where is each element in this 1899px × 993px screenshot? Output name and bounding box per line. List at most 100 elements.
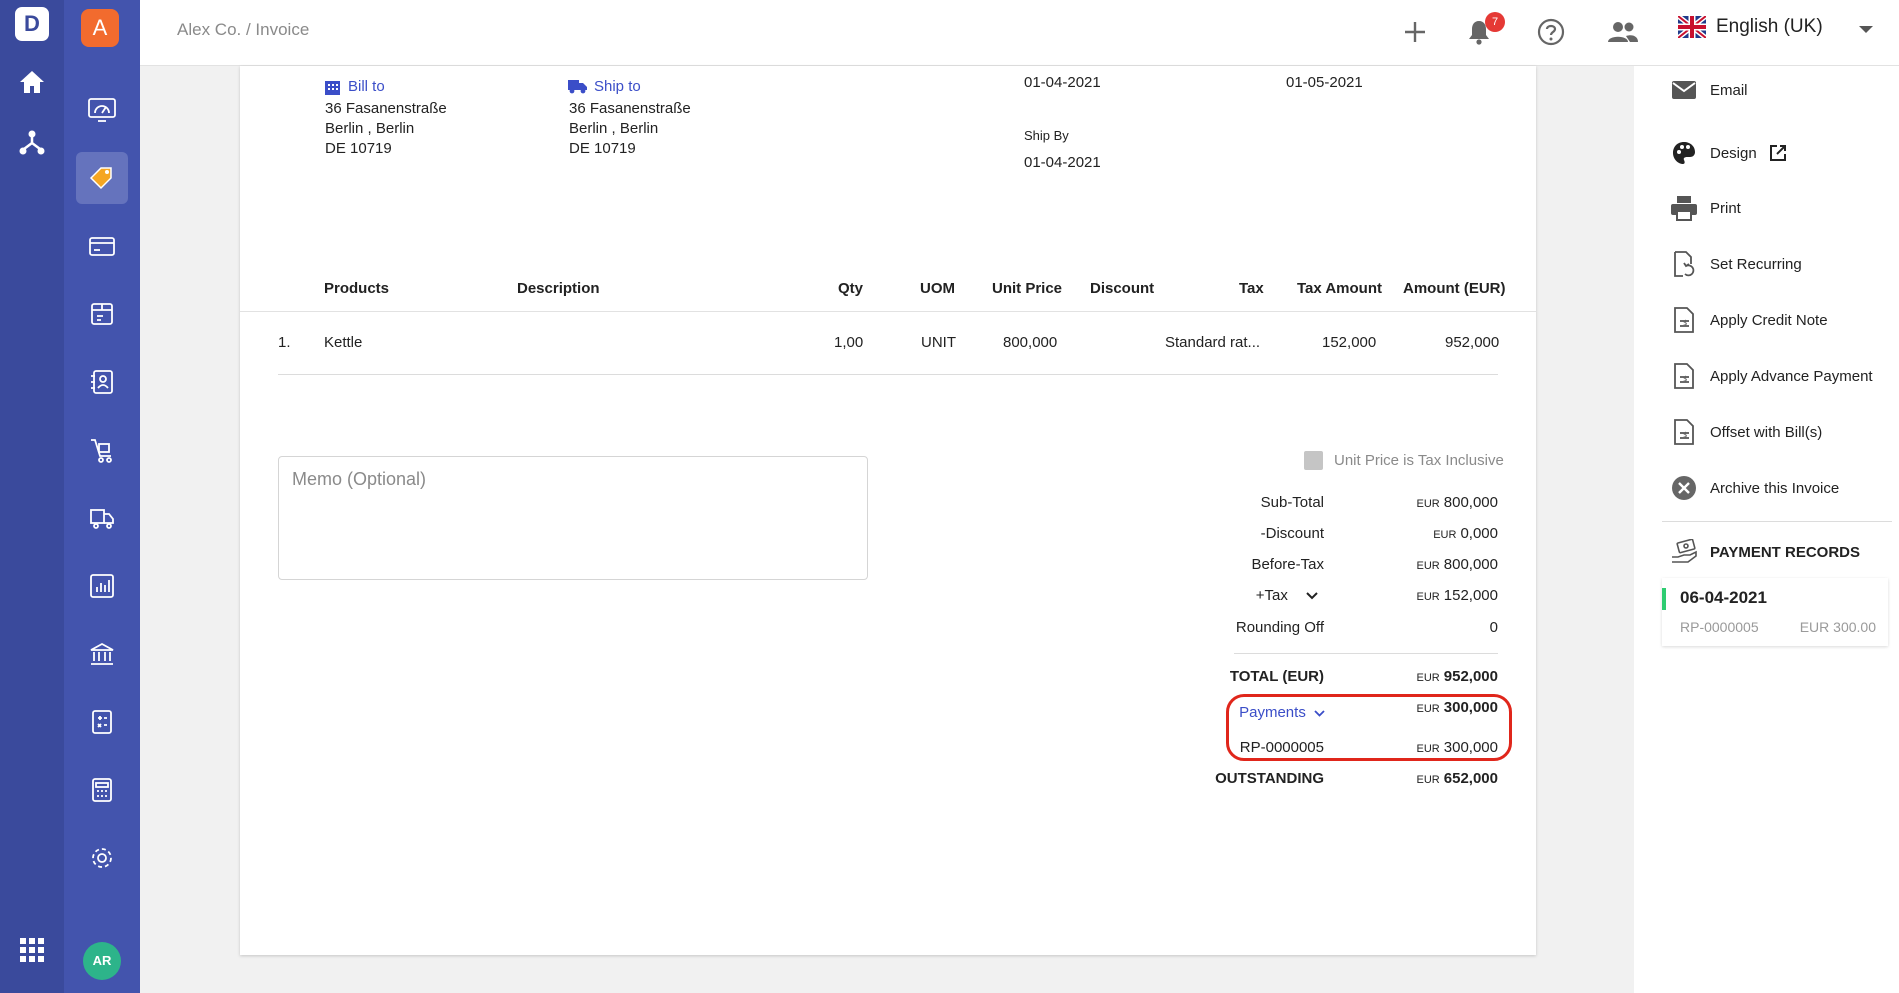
tax-inclusive-label: Unit Price is Tax Inclusive	[1334, 452, 1504, 469]
divider	[1234, 653, 1498, 654]
invoice-card: Bill to 36 Fasanenstraße Berlin , Berlin…	[240, 66, 1536, 955]
module-sidebar: A AR	[64, 0, 140, 993]
tax-inclusive-checkbox[interactable]	[1304, 451, 1323, 470]
calculator-icon[interactable]	[76, 764, 128, 816]
building-icon	[325, 81, 340, 95]
hand-money-icon	[1668, 536, 1700, 568]
apps-grid-icon[interactable]	[16, 934, 48, 966]
row-number: 1.	[278, 334, 291, 351]
memo-field[interactable]: Memo (Optional)	[278, 456, 868, 580]
row-uom[interactable]: UNIT	[921, 334, 956, 351]
dashboard-icon[interactable]	[76, 84, 128, 136]
bill-to-label: Bill to	[324, 78, 385, 95]
payment-record-number: RP-0000005	[1680, 619, 1759, 635]
rounding-value[interactable]: 0	[1490, 619, 1498, 636]
offset-bills-icon: $	[1668, 416, 1700, 448]
design-action[interactable]: Design	[1668, 137, 1787, 169]
inventory-icon[interactable]	[76, 288, 128, 340]
outstanding-value: EUR 652,000	[1416, 770, 1498, 787]
apply-credit-note-action[interactable]: $ Apply Credit Note	[1668, 304, 1828, 336]
row-unit-price[interactable]: 800,000	[1003, 334, 1057, 351]
email-icon	[1668, 74, 1700, 106]
payments-icon[interactable]	[76, 220, 128, 272]
accounting-icon[interactable]	[76, 696, 128, 748]
settings-icon[interactable]	[76, 832, 128, 884]
row-qty[interactable]: 1,00	[834, 334, 863, 351]
status-indicator	[1662, 588, 1666, 610]
subtotal-label: Sub-Total	[1260, 494, 1324, 511]
row-tax[interactable]: Standard rat...	[1165, 334, 1260, 351]
invoice-date[interactable]: 01-04-2021	[1024, 74, 1101, 91]
payments-highlight	[1226, 694, 1512, 761]
discount-value: EUR 0,000	[1433, 525, 1498, 542]
contacts-icon[interactable]	[76, 356, 128, 408]
help-icon[interactable]	[1533, 14, 1569, 50]
tax-value: EUR 152,000	[1416, 587, 1498, 604]
language-selector[interactable]: English (UK)	[1678, 16, 1823, 38]
purchases-icon[interactable]	[76, 424, 128, 476]
offset-with-bills-action[interactable]: $ Offset with Bill(s)	[1668, 416, 1822, 448]
col-amount: Amount (EUR)	[1403, 280, 1506, 297]
payment-record-amount: EUR 300.00	[1799, 619, 1876, 635]
ship-to-line-3: DE 10719	[569, 140, 636, 157]
network-icon[interactable]	[16, 126, 48, 158]
total-label: TOTAL (EUR)	[1229, 668, 1324, 685]
external-link-icon	[1769, 145, 1786, 161]
memo-placeholder: Memo (Optional)	[292, 469, 427, 489]
ship-by-date[interactable]: 01-04-2021	[1024, 154, 1101, 171]
row-tax-amount: 152,000	[1322, 334, 1377, 351]
ship-to-label: Ship to	[568, 78, 641, 95]
discount-label: -Discount	[1260, 525, 1324, 542]
notification-badge: 7	[1485, 12, 1505, 32]
col-uom: UOM	[920, 280, 955, 297]
payment-record-date: 06-04-2021	[1680, 588, 1767, 607]
payment-records-heading: PAYMENT RECORDS	[1668, 536, 1860, 568]
due-date[interactable]: 01-05-2021	[1286, 74, 1363, 91]
uk-flag-icon	[1678, 16, 1706, 38]
chevron-down-icon	[1306, 592, 1318, 600]
archive-action[interactable]: Archive this Invoice	[1668, 472, 1839, 504]
bill-to-line-1: 36 Fasanenstraße	[325, 100, 447, 117]
print-action[interactable]: Print	[1668, 192, 1741, 224]
divider	[278, 374, 1498, 375]
set-recurring-action[interactable]: Set Recurring	[1668, 248, 1802, 280]
truck-icon	[568, 80, 587, 94]
breadcrumb[interactable]: Alex Co. / Invoice	[177, 20, 309, 40]
bank-icon[interactable]	[76, 628, 128, 680]
divider	[240, 311, 1536, 312]
chevron-down-icon[interactable]	[1859, 26, 1873, 33]
payment-record-item[interactable]: 06-04-2021 RP-0000005 EUR 300.00	[1662, 578, 1888, 646]
add-icon[interactable]	[1397, 14, 1433, 50]
svg-text:$: $	[1683, 319, 1687, 327]
apply-advance-payment-action[interactable]: $ Apply Advance Payment	[1668, 360, 1873, 392]
row-amount: 952,000	[1445, 334, 1500, 351]
tax-toggle[interactable]: +Tax	[1256, 587, 1318, 604]
notifications-button[interactable]: 7	[1461, 12, 1505, 50]
subtotal-value: EUR 800,000	[1416, 494, 1498, 511]
ship-to-line-1: 36 Fasanenstraße	[569, 100, 691, 117]
col-description: Description	[517, 280, 600, 297]
sales-icon[interactable]	[76, 152, 128, 204]
home-icon[interactable]	[16, 66, 48, 98]
reports-icon[interactable]	[76, 560, 128, 612]
org-avatar[interactable]: A	[81, 9, 119, 47]
recurring-icon	[1668, 248, 1700, 280]
credit-note-icon: $	[1668, 304, 1700, 336]
actions-panel: Email Design Print Set Recurring $ Apply…	[1634, 66, 1899, 993]
app-logo[interactable]: D	[15, 7, 49, 41]
col-discount: Discount	[1090, 280, 1155, 297]
email-action[interactable]: Email	[1668, 74, 1748, 106]
users-icon[interactable]	[1605, 14, 1641, 50]
ship-to-line-2: Berlin , Berlin	[569, 120, 659, 137]
shipping-icon[interactable]	[76, 492, 128, 544]
advance-payment-icon: $	[1668, 360, 1700, 392]
before-tax-label: Before-Tax	[1251, 556, 1324, 573]
col-unit-price: Unit Price	[992, 280, 1063, 297]
ship-by-label: Ship By	[1024, 128, 1069, 143]
user-avatar[interactable]: AR	[83, 942, 121, 980]
close-circle-icon	[1668, 472, 1700, 504]
col-products: Products	[324, 280, 390, 297]
printer-icon	[1668, 192, 1700, 224]
row-product[interactable]: Kettle	[324, 334, 362, 351]
svg-text:$: $	[1683, 375, 1687, 383]
